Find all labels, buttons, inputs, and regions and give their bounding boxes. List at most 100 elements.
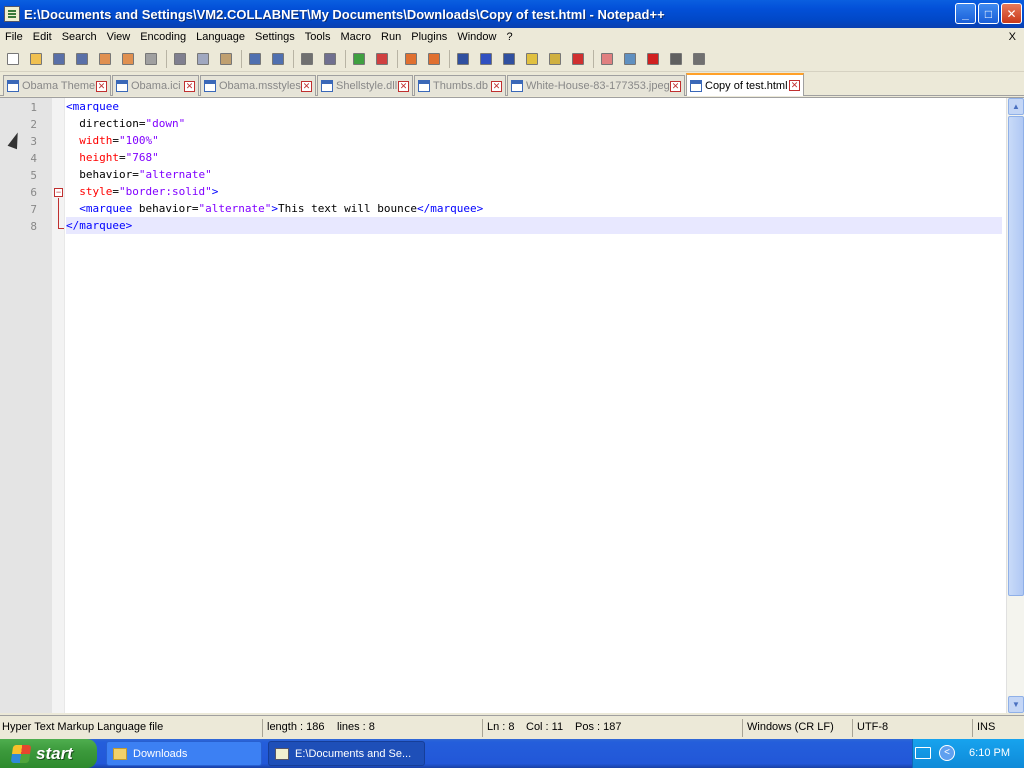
fold-margin[interactable]: − bbox=[52, 98, 65, 713]
open-file-icon-glyph bbox=[30, 53, 42, 65]
word-wrap-icon[interactable] bbox=[454, 50, 472, 68]
maximize-button[interactable]: □ bbox=[978, 3, 999, 24]
close-all-icon[interactable] bbox=[119, 50, 137, 68]
scroll-up-arrow[interactable]: ▲ bbox=[1008, 98, 1024, 115]
save-all-icon-glyph bbox=[76, 53, 88, 65]
function-list-icon[interactable] bbox=[546, 50, 564, 68]
close-icon[interactable] bbox=[96, 50, 114, 68]
cut-icon[interactable] bbox=[171, 50, 189, 68]
code-token: behavior bbox=[132, 202, 192, 215]
line-number: 6 bbox=[30, 186, 37, 199]
show-hidden-icons-button[interactable]: < bbox=[939, 745, 955, 761]
menu-run[interactable]: Run bbox=[376, 28, 406, 46]
tab-close-icon[interactable]: ✕ bbox=[96, 80, 107, 92]
menu-settings[interactable]: Settings bbox=[250, 28, 300, 46]
menu-language[interactable]: Language bbox=[191, 28, 250, 46]
tab-close-icon[interactable]: ✕ bbox=[789, 80, 800, 91]
notepad-plus-plus-icon[interactable] bbox=[4, 6, 20, 22]
tab-close-icon[interactable]: ✕ bbox=[670, 80, 681, 92]
tab-close-icon[interactable]: ✕ bbox=[491, 80, 502, 92]
tab-3[interactable]: Shellstyle.dll ✕ bbox=[317, 75, 413, 96]
code-line[interactable]: height="768" bbox=[66, 149, 1002, 166]
start-button[interactable]: start bbox=[0, 739, 97, 768]
folder-workspace-icon[interactable] bbox=[598, 50, 616, 68]
replace-icon[interactable] bbox=[321, 50, 339, 68]
save-all-icon[interactable] bbox=[73, 50, 91, 68]
menu-tools[interactable]: Tools bbox=[300, 28, 336, 46]
menu-edit[interactable]: Edit bbox=[28, 28, 57, 46]
stop-macro-icon[interactable] bbox=[667, 50, 685, 68]
fold-end bbox=[58, 228, 64, 229]
tab-1[interactable]: Obama.ici ✕ bbox=[112, 75, 199, 96]
code-line[interactable]: <marquee behavior="alternate">This text … bbox=[66, 200, 1002, 217]
vertical-scrollbar[interactable]: ▲ ▼ bbox=[1006, 98, 1024, 713]
find-icon[interactable] bbox=[298, 50, 316, 68]
scroll-thumb[interactable] bbox=[1008, 116, 1024, 596]
editor[interactable]: 12345678 − <marquee direction="down" wid… bbox=[0, 97, 1024, 713]
open-file-icon[interactable] bbox=[27, 50, 45, 68]
clock[interactable]: 6:10 PM bbox=[969, 747, 1010, 759]
tab-close-icon[interactable]: ✕ bbox=[301, 80, 312, 92]
function-list-icon-glyph bbox=[549, 53, 561, 65]
new-file-icon[interactable] bbox=[4, 50, 22, 68]
monitor-icon[interactable] bbox=[621, 50, 639, 68]
menu-encoding[interactable]: Encoding bbox=[135, 28, 191, 46]
menu-help[interactable]: ? bbox=[501, 28, 517, 46]
copy-icon[interactable] bbox=[194, 50, 212, 68]
play-macro-icon[interactable] bbox=[690, 50, 708, 68]
close-document-button[interactable]: X bbox=[1009, 28, 1016, 46]
minimize-button[interactable]: _ bbox=[955, 3, 976, 24]
code-token: </marquee> bbox=[417, 202, 484, 215]
save-icon-glyph bbox=[53, 53, 65, 65]
tab-label: White-House-83-177353.jpeg bbox=[526, 80, 670, 92]
tab-5[interactable]: White-House-83-177353.jpeg ✕ bbox=[507, 75, 685, 96]
code-token: > bbox=[211, 185, 219, 198]
save-icon[interactable] bbox=[50, 50, 68, 68]
paste-icon[interactable] bbox=[217, 50, 235, 68]
scroll-down-arrow[interactable]: ▼ bbox=[1008, 696, 1024, 713]
code-line[interactable]: direction="down" bbox=[66, 115, 1002, 132]
code-line[interactable]: behavior="alternate" bbox=[66, 166, 1002, 183]
zoom-in-icon[interactable] bbox=[350, 50, 368, 68]
zoom-out-icon[interactable] bbox=[373, 50, 391, 68]
record-macro-icon[interactable] bbox=[644, 50, 662, 68]
show-all-chars-icon[interactable] bbox=[477, 50, 495, 68]
print-icon[interactable] bbox=[142, 50, 160, 68]
code-line[interactable]: style="border:solid"> bbox=[66, 183, 1002, 200]
tab-2[interactable]: Obama.msstyles ✕ bbox=[200, 75, 316, 96]
redo-icon[interactable] bbox=[269, 50, 287, 68]
tab-close-icon[interactable]: ✕ bbox=[184, 80, 195, 92]
tab-4[interactable]: Thumbs.db ✕ bbox=[414, 75, 506, 96]
doc-map-icon[interactable] bbox=[569, 50, 587, 68]
sync-vertical-icon[interactable] bbox=[402, 50, 420, 68]
tab-close-icon[interactable]: ✕ bbox=[398, 80, 409, 92]
code-line[interactable]: width="100%" bbox=[66, 132, 1002, 149]
code-area[interactable]: <marquee direction="down" width="100%" h… bbox=[66, 98, 1002, 713]
taskbar-item-notepad[interactable]: E:\Documents and Se... bbox=[268, 741, 425, 766]
menu-search[interactable]: Search bbox=[57, 28, 102, 46]
file-icon bbox=[7, 80, 19, 92]
user-lang-icon[interactable] bbox=[523, 50, 541, 68]
line-number-gutter: 12345678 bbox=[0, 98, 52, 713]
close-window-button[interactable]: ✕ bbox=[1001, 3, 1022, 24]
taskbar-item-downloads[interactable]: Downloads bbox=[106, 741, 262, 766]
line-number: 4 bbox=[30, 152, 37, 165]
tab-label: Shellstyle.dll bbox=[336, 80, 398, 92]
tab-6[interactable]: Copy of test.html ✕ bbox=[686, 73, 804, 96]
menu-plugins[interactable]: Plugins bbox=[406, 28, 452, 46]
code-line[interactable]: </marquee> bbox=[66, 217, 1002, 234]
sync-horizontal-icon[interactable] bbox=[425, 50, 443, 68]
menu-macro[interactable]: Macro bbox=[335, 28, 376, 46]
menu-window[interactable]: Window bbox=[452, 28, 501, 46]
menu-file[interactable]: File bbox=[0, 28, 28, 46]
windows-logo-icon bbox=[10, 744, 32, 763]
menu-view[interactable]: View bbox=[102, 28, 136, 46]
code-line[interactable]: <marquee bbox=[66, 98, 1002, 115]
toolbar-separator bbox=[593, 50, 594, 68]
tab-0[interactable]: Obama Theme ✕ bbox=[3, 75, 111, 96]
fold-toggle[interactable]: − bbox=[54, 188, 63, 197]
keyboard-icon[interactable] bbox=[915, 747, 931, 759]
undo-icon[interactable] bbox=[246, 50, 264, 68]
tab-label: Thumbs.db bbox=[433, 80, 489, 92]
indent-guide-icon[interactable] bbox=[500, 50, 518, 68]
